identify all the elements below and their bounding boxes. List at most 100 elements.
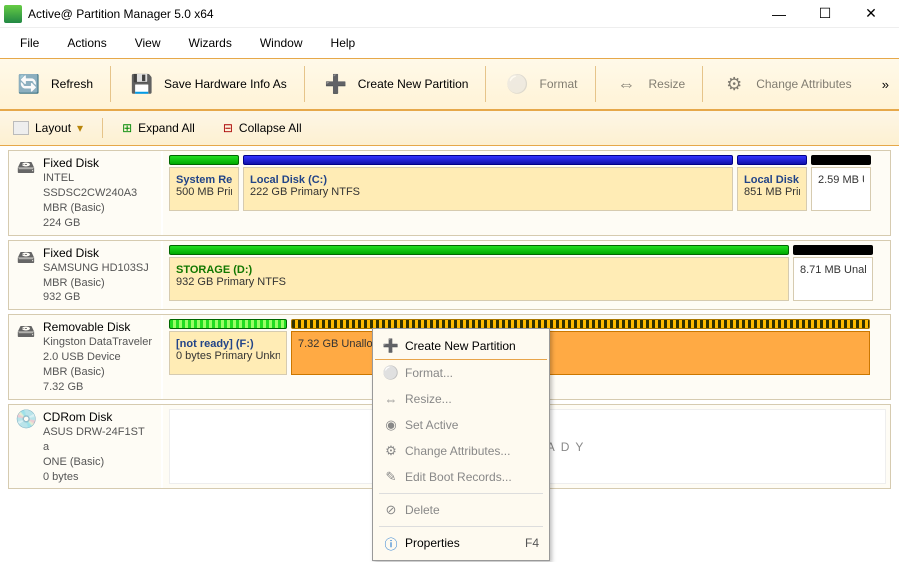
- menu-view[interactable]: View: [121, 32, 175, 54]
- partition-title: Local Disk (: [744, 174, 800, 186]
- ctx-editboot-label: Edit Boot Records...: [405, 470, 512, 484]
- create-new-partition-button[interactable]: ➕ Create New Partition: [311, 65, 480, 103]
- partition-cell[interactable]: 8.71 MB Unallo: [793, 257, 873, 301]
- partition-usage-bar: [793, 245, 873, 255]
- partition[interactable]: Local Disk (851 MB Prin: [737, 155, 807, 231]
- toolbar-overflow[interactable]: »: [876, 77, 895, 92]
- ctx-change-attributes: ⚙ Change Attributes...: [375, 438, 547, 464]
- ctx-create-new-partition[interactable]: ➕ Create New Partition: [375, 333, 547, 360]
- expand-all-button[interactable]: ⊞ Expand All: [113, 117, 204, 139]
- menu-help[interactable]: Help: [317, 32, 370, 54]
- ctx-separator: [379, 526, 543, 527]
- partition-sub: 0 bytes Primary Unkn: [176, 350, 280, 362]
- disk-text: Fixed DiskINTELSSDSC2CW240A3MBR (Basic)2…: [43, 155, 137, 231]
- disk-info[interactable]: 🖴Fixed DiskINTELSSDSC2CW240A3MBR (Basic)…: [9, 151, 163, 235]
- subbar: Layout ▾ ⊞ Expand All ⊟ Collapse All: [0, 111, 899, 146]
- disk-info[interactable]: 🖴Removable DiskKingston DataTraveler2.0 …: [9, 315, 163, 399]
- format-icon: ⚪: [383, 365, 399, 381]
- partition-cell[interactable]: Local Disk (C:)222 GB Primary NTFS: [243, 167, 733, 211]
- ctx-format: ⚪ Format...: [375, 360, 547, 386]
- partition-usage-bar: [737, 155, 807, 165]
- partition[interactable]: STORAGE (D:)932 GB Primary NTFS: [169, 245, 789, 306]
- attributes-icon: ⚙: [720, 70, 748, 98]
- edit-boot-icon: ✎: [383, 469, 399, 485]
- disk-info[interactable]: 💿CDRom DiskASUS DRW-24F1STaONE (Basic)0 …: [9, 405, 163, 489]
- menu-file[interactable]: File: [6, 32, 53, 54]
- partition-usage-bar: [169, 155, 239, 165]
- resize-label: Resize: [649, 77, 686, 91]
- partition-cell[interactable]: System Re500 MB Prin: [169, 167, 239, 211]
- disk-text: Removable DiskKingston DataTraveler2.0 U…: [43, 319, 152, 395]
- save-hardware-info-button[interactable]: 💾 Save Hardware Info As: [117, 65, 298, 103]
- partition-title: Local Disk (C:): [250, 174, 726, 186]
- partition-sub: 8.71 MB Unallo: [800, 264, 866, 276]
- maximize-button[interactable]: ☐: [809, 3, 841, 25]
- ctx-set-active: ◉ Set Active: [375, 412, 547, 438]
- toolbar-separator: [595, 66, 596, 102]
- disk-text: Fixed DiskSAMSUNG HD103SJMBR (Basic)932 …: [43, 245, 149, 306]
- partition-title: System Re: [176, 174, 232, 186]
- ctx-setactive-label: Set Active: [405, 418, 458, 432]
- resize-icon: ⇔: [613, 70, 641, 98]
- create-partition-icon: ➕: [322, 70, 350, 98]
- ctx-properties-shortcut: F4: [525, 536, 539, 550]
- partition-cell[interactable]: [not ready] (F:)0 bytes Primary Unkn: [169, 331, 287, 375]
- collapse-all-button[interactable]: ⊟ Collapse All: [214, 117, 311, 139]
- ctx-delete: ⊘ Delete: [375, 497, 547, 523]
- collapse-icon: ⊟: [223, 121, 233, 135]
- collapse-label: Collapse All: [239, 121, 302, 135]
- menu-window[interactable]: Window: [246, 32, 317, 54]
- save-hw-label: Save Hardware Info As: [164, 77, 287, 91]
- menu-actions[interactable]: Actions: [53, 32, 120, 54]
- partition-sub: 2.59 MB Un: [818, 174, 864, 186]
- ctx-edit-boot-records: ✎ Edit Boot Records...: [375, 464, 547, 490]
- window-title: Active@ Partition Manager 5.0 x64: [28, 7, 755, 21]
- change-attributes-button: ⚙ Change Attributes: [709, 65, 862, 103]
- refresh-label: Refresh: [51, 77, 93, 91]
- disk-icon: 💿: [15, 409, 37, 485]
- partition-area: STORAGE (D:)932 GB Primary NTFS 8.71 MB U…: [163, 241, 890, 310]
- partition-sub: 222 GB Primary NTFS: [250, 186, 726, 198]
- partition[interactable]: 8.71 MB Unallo: [793, 245, 873, 306]
- ctx-properties[interactable]: ⓘ Properties F4: [375, 530, 547, 556]
- partition-area: System Re500 MB PrinLocal Disk (C:)222 G…: [163, 151, 890, 235]
- partition[interactable]: System Re500 MB Prin: [169, 155, 239, 231]
- disk-info[interactable]: 🖴Fixed DiskSAMSUNG HD103SJMBR (Basic)932…: [9, 241, 163, 310]
- ctx-properties-label: Properties: [405, 536, 460, 550]
- menu-wizards[interactable]: Wizards: [175, 32, 246, 54]
- refresh-button[interactable]: 🔄 Refresh: [4, 65, 104, 103]
- refresh-icon: 🔄: [15, 70, 43, 98]
- ctx-format-label: Format...: [405, 366, 453, 380]
- disk-text: CDRom DiskASUS DRW-24F1STaONE (Basic)0 b…: [43, 409, 145, 485]
- disk-row: 🖴Fixed DiskSAMSUNG HD103SJMBR (Basic)932…: [8, 240, 891, 311]
- partition-title: STORAGE (D:): [176, 264, 782, 276]
- partition-usage-bar: [243, 155, 733, 165]
- resize-button: ⇔ Resize: [602, 65, 697, 103]
- close-button[interactable]: ✕: [855, 3, 887, 25]
- layout-dropdown[interactable]: Layout ▾: [4, 117, 92, 139]
- partition-title: [not ready] (F:): [176, 338, 280, 350]
- expand-icon: ⊞: [122, 121, 132, 135]
- partition-cell[interactable]: Local Disk (851 MB Prin: [737, 167, 807, 211]
- format-button: ⚪ Format: [492, 65, 588, 103]
- delete-icon: ⊘: [383, 502, 399, 518]
- partition-cell[interactable]: STORAGE (D:)932 GB Primary NTFS: [169, 257, 789, 301]
- partition[interactable]: 2.59 MB Un: [811, 155, 871, 231]
- titlebar: Active@ Partition Manager 5.0 x64 — ☐ ✕: [0, 0, 899, 28]
- partition[interactable]: [not ready] (F:)0 bytes Primary Unkn: [169, 319, 287, 395]
- partition-usage-bar: [811, 155, 871, 165]
- disk-icon: 🖴: [15, 319, 37, 395]
- context-menu: ➕ Create New Partition ⚪ Format... ⇔ Res…: [372, 328, 550, 561]
- minimize-button[interactable]: —: [763, 3, 795, 25]
- layout-icon: [13, 121, 29, 135]
- create-part-label: Create New Partition: [358, 77, 469, 91]
- ctx-resize: ⇔ Resize...: [375, 386, 547, 412]
- partition[interactable]: Local Disk (C:)222 GB Primary NTFS: [243, 155, 733, 231]
- partition-usage-bar: [169, 245, 789, 255]
- ctx-changeattrs-label: Change Attributes...: [405, 444, 510, 458]
- disk-icon: 🖴: [15, 155, 37, 231]
- info-icon: ⓘ: [383, 535, 399, 551]
- subbar-separator: [102, 118, 103, 138]
- partition-cell[interactable]: 2.59 MB Un: [811, 167, 871, 211]
- toolbar: 🔄 Refresh 💾 Save Hardware Info As ➕ Crea…: [0, 59, 899, 111]
